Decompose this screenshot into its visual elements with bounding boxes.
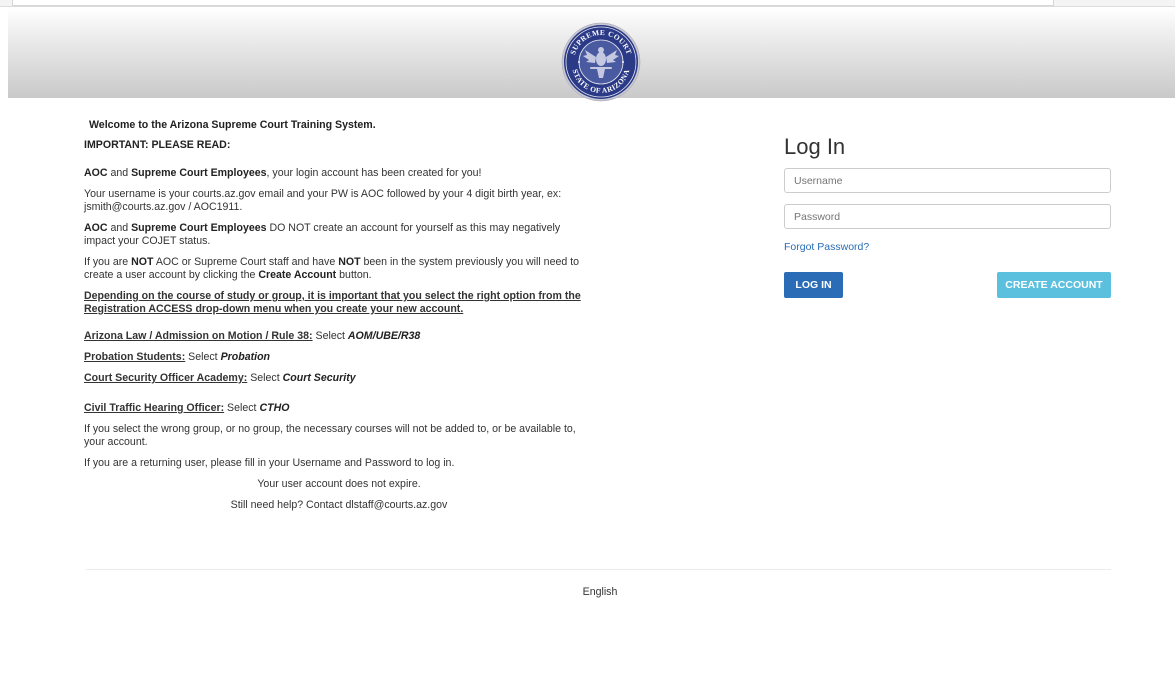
username-info: Your username is your courts.az.gov emai… — [84, 188, 562, 213]
welcome-heading: Welcome to the Arizona Supreme Court Tra… — [89, 119, 376, 131]
login-button[interactable]: LOG IN — [784, 272, 843, 298]
create-account-button[interactable]: CREATE ACCOUNT — [997, 272, 1111, 298]
top-strip-inner — [12, 0, 1054, 6]
employee-account-notice: AOC and Supreme Court Employees, your lo… — [84, 167, 482, 179]
language-selector[interactable]: English — [0, 586, 1175, 598]
welcome-content: Welcome to the Arizona Supreme Court Tra… — [84, 119, 594, 520]
browser-top-strip — [0, 0, 1175, 7]
password-input[interactable] — [784, 204, 1111, 229]
employee-warning: AOC and Supreme Court Employees DO NOT c… — [84, 222, 561, 247]
registration-access-notice: Depending on the course of study or grou… — [84, 290, 581, 315]
no-expire-note: Your user account does not expire. — [257, 478, 421, 490]
username-input[interactable] — [784, 168, 1111, 193]
important-heading: IMPORTANT: PLEASE READ: — [84, 139, 231, 151]
group-court-security: Court Security Officer Academy: Select C… — [84, 372, 356, 384]
forgot-password-link[interactable]: Forgot Password? — [784, 241, 1111, 253]
non-staff-instructions: If you are NOT AOC or Supreme Court staf… — [84, 256, 580, 281]
group-ctho: Civil Traffic Hearing Officer: Select CT… — [84, 402, 290, 414]
group-probation: Probation Students: Select Probation — [84, 351, 271, 363]
login-title: Log In — [784, 134, 846, 159]
wrong-group-warning: If you select the wrong group, or no gro… — [84, 423, 576, 448]
footer-divider — [86, 569, 1111, 570]
group-aom: Arizona Law / Admission on Motion / Rule… — [84, 330, 421, 342]
header-banner: SUPREME COURT STATE OF ARIZONA — [8, 8, 1175, 102]
login-panel: Log In Forgot Password? LOG IN CREATE AC… — [784, 134, 1111, 298]
returning-user-note: If you are a returning user, please fill… — [84, 457, 455, 469]
help-contact: Still need help? Contact dlstaff@courts.… — [230, 499, 448, 511]
supreme-court-seal-logo[interactable]: SUPREME COURT STATE OF ARIZONA — [561, 22, 641, 102]
